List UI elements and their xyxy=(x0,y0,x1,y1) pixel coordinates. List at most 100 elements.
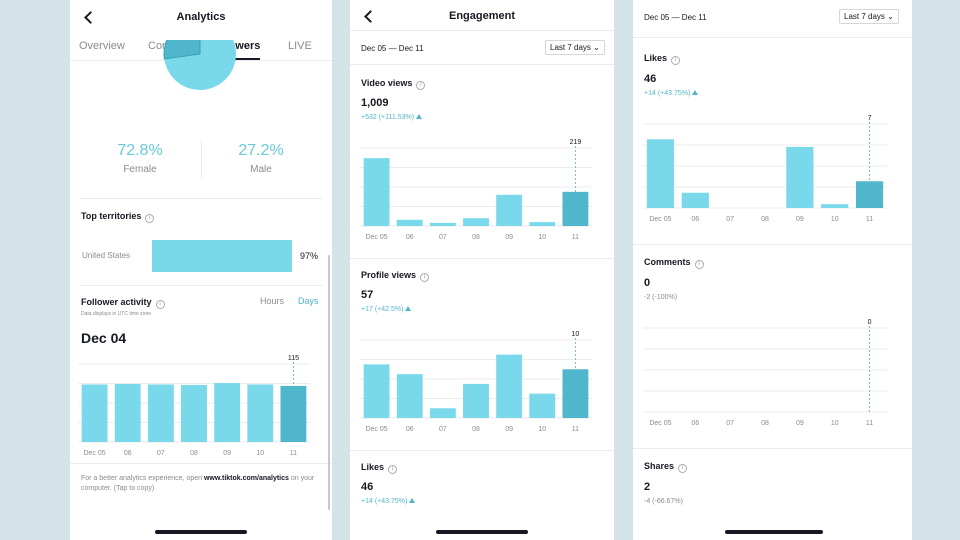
bar-0 xyxy=(363,364,390,418)
follower-activity-title: Follower activity i xyxy=(81,297,165,309)
comments-delta: -2 (-100%) xyxy=(644,294,678,301)
shares-value: 2 xyxy=(644,481,651,493)
shares-delta: -4 (-66.67%) xyxy=(644,498,683,505)
female-label: Female xyxy=(123,164,157,175)
bar-0 xyxy=(363,158,390,226)
highlight-value-label: 0 xyxy=(868,319,872,326)
bar-4 xyxy=(496,194,523,226)
x-tick-label: 08 xyxy=(472,426,480,433)
bar-1 xyxy=(681,192,709,208)
x-tick-label: 08 xyxy=(761,420,769,427)
tab-overview[interactable]: Overview xyxy=(79,40,125,52)
bar-3 xyxy=(463,383,489,418)
shares-title: Shares i xyxy=(644,461,688,473)
likes-value: 46 xyxy=(361,481,374,493)
male-percent: 27.2% xyxy=(238,142,284,159)
profile-views-title: Profile views i xyxy=(361,270,430,282)
x-tick-label: 10 xyxy=(538,234,546,241)
section-divider xyxy=(633,448,912,449)
video-views-value: 1,009 xyxy=(361,97,389,109)
info-icon[interactable]: i xyxy=(155,300,165,309)
bar-4 xyxy=(496,354,523,418)
range-select[interactable]: Last 7 days ⌄ xyxy=(545,40,605,55)
bar-1 xyxy=(396,219,423,226)
x-tick-label: 10 xyxy=(538,426,546,433)
section-divider xyxy=(633,244,912,245)
x-tick-label: 07 xyxy=(157,450,165,457)
toggle-hours[interactable]: Hours xyxy=(260,296,284,306)
x-tick-label: 10 xyxy=(831,420,839,427)
page-title: Engagement xyxy=(448,10,515,22)
male-label: Male xyxy=(250,164,272,175)
info-icon[interactable]: i xyxy=(671,56,681,65)
info-icon[interactable]: i xyxy=(388,465,398,474)
followers-screen: Analytics Overview Content Followers LIV… xyxy=(70,0,332,540)
home-indicator xyxy=(436,530,528,534)
x-tick-label: 09 xyxy=(796,420,804,427)
footer-note[interactable]: For a better analytics experience, open … xyxy=(81,474,326,494)
bar-1 xyxy=(114,383,141,442)
scrollbar[interactable] xyxy=(328,255,330,510)
x-tick-label: 11 xyxy=(572,426,579,433)
engagement-screen-scrolled: Dec 05 — Dec 11 Last 7 days ⌄ Likes i 46 … xyxy=(633,0,912,540)
home-indicator xyxy=(725,530,823,534)
info-icon[interactable]: i xyxy=(420,273,430,282)
follower-activity-chart: 115 Dec 05 06 07 08 09 10 11 xyxy=(78,355,310,457)
bar-6 xyxy=(280,385,307,442)
selected-date: Dec 04 xyxy=(81,330,127,346)
comments-title: Comments i xyxy=(644,257,704,269)
engagement-screen: Engagement Dec 05 — Dec 11 Last 7 days ⌄… xyxy=(350,0,614,540)
analytics-link[interactable]: www.tiktok.com/analytics xyxy=(204,475,289,482)
x-tick-label: 07 xyxy=(726,420,734,427)
tab-live[interactable]: LIVE xyxy=(288,40,312,52)
territory-bar xyxy=(152,240,292,272)
utc-note: Data displays in UTC time zone xyxy=(81,311,152,317)
arrow-up-icon xyxy=(416,114,423,119)
x-tick-label: 11 xyxy=(572,234,579,241)
bar-5 xyxy=(529,393,556,418)
info-icon[interactable]: i xyxy=(694,260,704,269)
page-title: Analytics xyxy=(176,11,226,23)
x-tick-label: Dec 05 xyxy=(365,426,387,433)
gender-divider xyxy=(201,140,202,178)
bar-3 xyxy=(463,218,489,226)
bar-6 xyxy=(562,369,589,418)
top-territories-title: Top territories i xyxy=(81,211,155,223)
section-divider xyxy=(350,450,614,451)
territory-bar-track xyxy=(152,240,296,272)
arrow-up-icon xyxy=(405,306,412,311)
range-select[interactable]: Last 7 days ⌄ xyxy=(839,9,899,24)
header-divider xyxy=(350,30,614,31)
bar-3 xyxy=(181,384,207,442)
highlight-value-label: 10 xyxy=(572,331,580,338)
info-icon[interactable]: i xyxy=(416,81,426,90)
x-tick-label: 10 xyxy=(256,450,264,457)
likes-delta: +14 (+43.75%) xyxy=(361,498,416,505)
x-tick-label: 08 xyxy=(190,450,198,457)
x-tick-label: 11 xyxy=(290,450,297,457)
toggle-days[interactable]: Days xyxy=(298,296,319,306)
info-icon[interactable]: i xyxy=(678,464,688,473)
profile-views-value: 57 xyxy=(361,289,374,301)
bar-4 xyxy=(214,383,241,442)
bar-0 xyxy=(646,139,675,208)
bar-5 xyxy=(529,222,556,226)
arrow-up-icon xyxy=(409,498,416,503)
bar-4 xyxy=(786,146,814,208)
x-tick-label: 09 xyxy=(505,234,513,241)
x-tick-label: 10 xyxy=(831,216,839,223)
video-views-chart: 219 Dec 05 06 07 08 09 10 11 xyxy=(360,139,592,241)
bar-6 xyxy=(562,191,589,226)
x-tick-label: Dec 05 xyxy=(365,234,387,241)
bar-2 xyxy=(429,408,456,418)
likes-value: 46 xyxy=(644,73,657,85)
likes-chart: 7 Dec 05 06 07 08 09 10 11 xyxy=(643,115,887,223)
x-tick-label: 08 xyxy=(472,234,480,241)
info-icon[interactable]: i xyxy=(145,214,155,223)
video-views-delta: +532 (+111.53%) xyxy=(361,114,423,121)
chevron-down-icon: ⌄ xyxy=(887,12,894,21)
x-tick-label: 09 xyxy=(796,216,804,223)
x-tick-label: 11 xyxy=(866,216,873,223)
gender-pie-chart xyxy=(163,40,236,90)
x-tick-label: 08 xyxy=(761,216,769,223)
